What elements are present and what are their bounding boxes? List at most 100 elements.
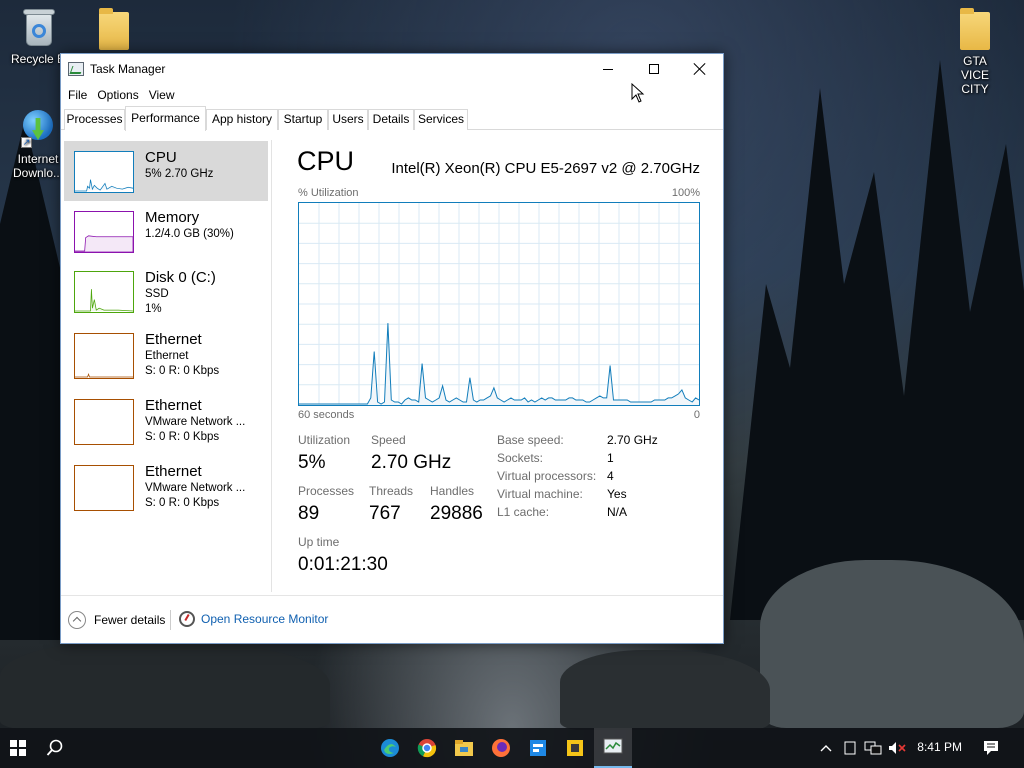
handles-value: 29886 bbox=[430, 503, 483, 524]
open-resource-monitor-link[interactable]: Open Resource Monitor bbox=[179, 611, 328, 627]
desktop-icon-label: GTA VICE CITY bbox=[960, 54, 989, 96]
disk-thumbnail-graph bbox=[74, 271, 134, 313]
maximize-button[interactable] bbox=[631, 54, 677, 84]
resource-item-memory[interactable]: Memory 1.2/4.0 GB (30%) bbox=[64, 201, 268, 261]
resource-sub1: VMware Network ... bbox=[145, 416, 246, 428]
taskbar-clock[interactable]: 8:41 PM bbox=[917, 740, 962, 754]
tray-item[interactable] bbox=[840, 728, 860, 768]
detail-key: Virtual processors: bbox=[497, 469, 597, 483]
search-icon bbox=[46, 739, 63, 756]
action-center-button[interactable] bbox=[978, 728, 1004, 768]
taskbar-app-task-manager[interactable] bbox=[594, 728, 632, 768]
fewer-details-button[interactable]: Fewer details bbox=[68, 611, 165, 629]
chevron-up-icon bbox=[68, 611, 86, 629]
resource-item-cpu[interactable]: CPU 5% 2.70 GHz bbox=[64, 141, 268, 201]
taskbar-app-edge[interactable] bbox=[375, 728, 405, 768]
utilization-value: 5% bbox=[298, 452, 326, 473]
resource-name: Ethernet bbox=[145, 397, 202, 414]
memory-thumbnail-graph bbox=[74, 211, 134, 253]
ethernet-thumbnail-graph bbox=[74, 399, 134, 445]
recycle-bin-icon bbox=[22, 8, 55, 48]
menu-view[interactable]: View bbox=[145, 88, 179, 102]
speed-label: Speed bbox=[371, 433, 406, 447]
resource-list: CPU 5% 2.70 GHz Memory 1.2/4.0 GB (30%) … bbox=[61, 131, 273, 593]
resource-sub1: 1.2/4.0 GB (30%) bbox=[145, 228, 234, 240]
rock-shape bbox=[560, 650, 770, 730]
resource-monitor-icon bbox=[179, 611, 195, 627]
menu-options[interactable]: Options bbox=[93, 88, 142, 102]
resource-sub1: Ethernet bbox=[145, 350, 189, 362]
detail-key: Base speed: bbox=[497, 433, 564, 447]
desktop-icon-gta-vice-city[interactable]: GTA VICE CITY bbox=[939, 8, 1011, 96]
uptime-value: 0:01:21:30 bbox=[298, 554, 388, 575]
cpu-model: Intel(R) Xeon(R) CPU E5-2697 v2 @ 2.70GH… bbox=[391, 160, 700, 177]
taskbar: 8:41 PM bbox=[0, 728, 1024, 768]
tree-silhouette bbox=[730, 60, 1024, 620]
folder-icon bbox=[99, 8, 129, 50]
minimize-button[interactable] bbox=[585, 54, 631, 84]
threads-value: 767 bbox=[369, 503, 401, 524]
volume-tray-button[interactable] bbox=[886, 728, 908, 768]
resource-sub2: S: 0 R: 0 Kbps bbox=[145, 431, 220, 443]
menu-file[interactable]: File bbox=[64, 88, 91, 102]
tab-app-history[interactable]: App history bbox=[206, 109, 278, 130]
fewer-details-label: Fewer details bbox=[94, 613, 166, 627]
resource-name: Disk 0 (C:) bbox=[145, 269, 216, 286]
firefox-icon bbox=[492, 739, 510, 757]
resource-name: Ethernet bbox=[145, 331, 202, 348]
rock-shape bbox=[0, 640, 330, 730]
graph-y-label: % Utilization bbox=[298, 187, 359, 199]
graph-grid bbox=[299, 203, 699, 405]
footer-separator bbox=[170, 610, 171, 630]
resource-sub2: S: 0 R: 0 Kbps bbox=[145, 365, 220, 377]
tree-silhouette bbox=[0, 120, 62, 640]
mouse-cursor-icon bbox=[631, 83, 645, 103]
show-hidden-icons-button[interactable] bbox=[816, 728, 836, 768]
resource-sub1: VMware Network ... bbox=[145, 482, 246, 494]
detail-value: 2.70 GHz bbox=[607, 433, 658, 447]
utilization-label: Utilization bbox=[298, 433, 351, 447]
maximize-icon bbox=[649, 64, 659, 74]
detail-value: N/A bbox=[607, 505, 628, 519]
tab-performance[interactable]: Performance bbox=[125, 106, 206, 131]
resource-sub1: SSD bbox=[145, 288, 169, 300]
resource-sub2: 1% bbox=[145, 303, 162, 315]
resource-item-ethernet-3[interactable]: Ethernet VMware Network ... S: 0 R: 0 Kb… bbox=[64, 459, 268, 519]
tab-startup[interactable]: Startup bbox=[278, 109, 328, 130]
ethernet-thumbnail-graph bbox=[74, 333, 134, 379]
speed-value: 2.70 GHz bbox=[371, 452, 452, 473]
threads-label: Threads bbox=[369, 484, 414, 498]
resource-item-ethernet-2[interactable]: Ethernet VMware Network ... S: 0 R: 0 Kb… bbox=[64, 393, 268, 453]
resource-item-ethernet-1[interactable]: Ethernet Ethernet S: 0 R: 0 Kbps bbox=[64, 327, 268, 387]
task-manager-icon bbox=[603, 738, 623, 754]
detail-value: 1 bbox=[607, 451, 614, 465]
taskbar-app-blue[interactable] bbox=[523, 728, 553, 768]
resource-sub2: S: 0 R: 0 Kbps bbox=[145, 497, 220, 509]
tab-processes[interactable]: Processes bbox=[64, 109, 125, 130]
title-bar[interactable]: Task Manager bbox=[61, 54, 723, 84]
taskbar-app-yellow[interactable] bbox=[560, 728, 590, 768]
desktop-icon-folder[interactable] bbox=[78, 8, 150, 54]
tab-users[interactable]: Users bbox=[328, 109, 368, 130]
task-manager-window: Task Manager File Options View Processes… bbox=[60, 53, 724, 644]
cpu-utilization-graph bbox=[298, 202, 700, 406]
tab-details[interactable]: Details bbox=[368, 109, 414, 130]
pane-divider[interactable] bbox=[271, 140, 272, 592]
chevron-up-icon bbox=[820, 745, 832, 752]
search-button[interactable] bbox=[36, 728, 74, 768]
taskbar-app-chrome[interactable] bbox=[412, 728, 442, 768]
start-button[interactable] bbox=[0, 728, 36, 768]
windows-logo-icon bbox=[10, 740, 26, 756]
network-tray-button[interactable] bbox=[863, 728, 883, 768]
resource-item-disk[interactable]: Disk 0 (C:) SSD 1% bbox=[64, 261, 268, 321]
network-icon bbox=[864, 741, 882, 755]
taskbar-app-file-explorer[interactable] bbox=[449, 728, 479, 768]
ethernet-thumbnail-graph bbox=[74, 465, 134, 511]
close-button[interactable] bbox=[677, 54, 723, 84]
internet-download-manager-icon: ↗ bbox=[21, 108, 55, 148]
menu-bar: File Options View bbox=[61, 84, 723, 106]
tablet-icon bbox=[844, 741, 856, 755]
taskbar-app-firefox[interactable] bbox=[486, 728, 516, 768]
footer-bar: Fewer details Open Resource Monitor bbox=[61, 595, 723, 643]
tab-services[interactable]: Services bbox=[414, 109, 468, 130]
